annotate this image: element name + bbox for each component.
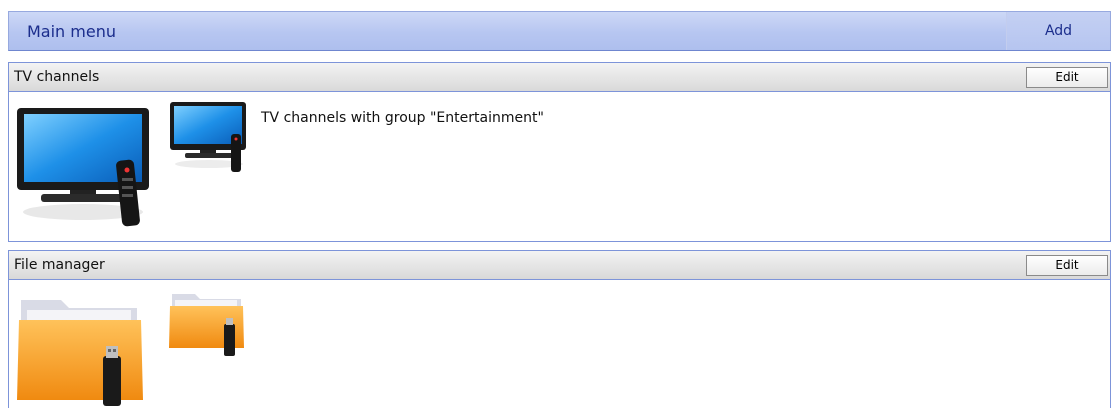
tv-channels-title: TV channels <box>14 69 100 85</box>
folder-usb-small-icon[interactable] <box>169 288 247 360</box>
file-manager-body <box>9 280 1110 408</box>
tv-channels-section-header: TV channels Edit <box>9 62 1110 92</box>
file-manager-title: File manager <box>14 257 105 273</box>
tv-channels-body: TV channels with group "Entertainment" <box>9 92 1110 240</box>
folder-usb-icon[interactable] <box>17 290 147 410</box>
tv-with-remote-small-icon[interactable] <box>169 100 251 176</box>
file-manager-edit-button[interactable]: Edit <box>1026 255 1108 276</box>
main-menu-header: Main menu Add <box>8 11 1111 51</box>
file-manager-section: File manager Edit <box>8 250 1111 408</box>
add-button[interactable]: Add <box>1006 12 1110 50</box>
tv-channels-description: TV channels with group "Entertainment" <box>261 110 544 126</box>
main-menu-title: Main menu <box>27 22 116 41</box>
tv-channels-section: TV channels Edit TV channels with group … <box>8 62 1111 242</box>
tv-channels-edit-button[interactable]: Edit <box>1026 67 1108 88</box>
tv-with-remote-icon[interactable] <box>15 104 151 232</box>
file-manager-section-header: File manager Edit <box>9 250 1110 280</box>
